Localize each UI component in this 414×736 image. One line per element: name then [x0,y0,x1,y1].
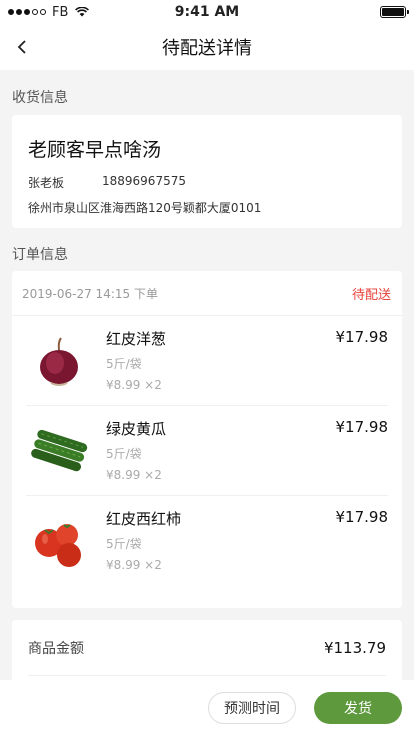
shop-name: 老顾客早点啥汤 [28,139,162,161]
contact-phone[interactable]: 18896967575 [102,174,186,191]
predict-time-button[interactable]: 预测时间 [208,692,296,724]
product-spec: 5斤/袋 [106,447,142,461]
product-price: ¥17.98 [335,508,389,526]
order-card: 2019-06-27 14:15 下单 待配送 红皮洋葱 5斤/袋 ¥8.99 … [12,271,402,608]
order-status-badge: 待配送 [351,287,391,303]
back-button[interactable] [8,33,36,61]
battery-icon [380,6,409,18]
receiver-section-label: 收货信息 [12,90,68,106]
chevron-left-icon [17,40,26,54]
product-unit-qty: ¥8.99 ×2 [106,468,162,482]
contact-name: 张老板 [28,176,65,190]
product-item[interactable]: 红皮西红柿 5斤/袋 ¥8.99 ×2 ¥17.98 [26,496,388,586]
product-price: ¥17.98 [335,328,389,346]
product-spec: 5斤/袋 [106,537,142,551]
order-header: 2019-06-27 14:15 下单 待配送 [12,271,402,316]
tomato-icon [26,508,92,574]
product-price: ¥17.98 [335,418,389,436]
goods-amount-value: ¥113.79 [323,638,386,657]
order-section-label: 订单信息 [12,247,68,263]
goods-amount-label: 商品金额 [28,640,84,657]
bottom-action-bar: 预测时间 发货 [0,680,414,736]
delivery-address: 徐州市泉山区淮海西路120号颖都大厦0101 [28,201,262,215]
product-unit-qty: ¥8.99 ×2 [106,558,162,572]
receiver-card: 老顾客早点啥汤 张老板 18896967575 徐州市泉山区淮海西路120号颖都… [12,115,402,228]
page-title: 待配送详情 [162,38,252,59]
product-item[interactable]: 红皮洋葱 5斤/袋 ¥8.99 ×2 ¥17.98 [26,316,388,406]
product-spec: 5斤/袋 [106,357,142,371]
cucumber-icon [26,418,92,484]
product-item[interactable]: 绿皮黄瓜 5斤/袋 ¥8.99 ×2 ¥17.98 [26,406,388,496]
goods-amount-row: 商品金额 ¥113.79 [28,620,386,676]
status-bar: FB 9:41 AM [0,0,414,24]
wifi-icon [75,7,90,17]
nav-bar: 待配送详情 [0,24,414,70]
ship-button[interactable]: 发货 [314,692,402,724]
signal-area: FB [8,4,90,20]
signal-strength-icon [8,9,46,15]
order-time: 2019-06-27 14:15 下单 [22,286,158,301]
contact-row: 张老板 18896967575 [28,174,386,191]
onion-icon [26,328,92,394]
product-unit-qty: ¥8.99 ×2 [106,378,162,392]
carrier-label: FB [52,4,69,20]
